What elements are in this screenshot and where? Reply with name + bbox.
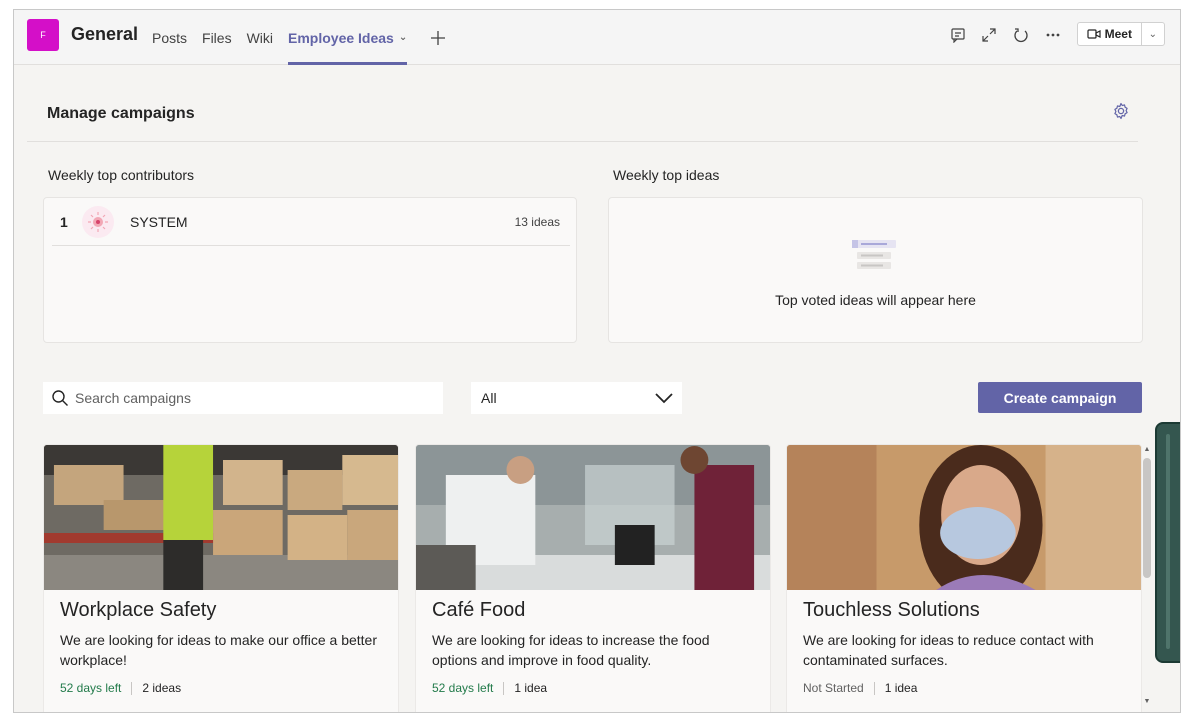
contributor-name: SYSTEM xyxy=(130,213,188,230)
refresh-icon[interactable] xyxy=(1011,25,1031,45)
campaign-title: Touchless Solutions xyxy=(803,599,980,621)
empty-state-text: Top voted ideas will appear here xyxy=(775,292,976,308)
plus-icon xyxy=(431,30,446,45)
campaign-image-warehouse xyxy=(44,445,398,590)
filter-selected-value: All xyxy=(481,390,497,406)
campaign-meta: Not Started 1 idea xyxy=(803,681,917,695)
campaign-status: 52 days left xyxy=(60,681,122,695)
campaign-image-masked-woman xyxy=(787,445,1141,590)
side-drawer-handle[interactable] xyxy=(1155,422,1180,663)
add-tab-button[interactable] xyxy=(430,10,446,65)
chevron-down-icon: ⌄ xyxy=(1148,28,1157,40)
chat-icon[interactable] xyxy=(948,25,968,45)
channel-name: General xyxy=(71,24,139,44)
video-camera-icon xyxy=(1086,29,1101,39)
page-title: Manage campaigns xyxy=(47,105,195,122)
search-icon xyxy=(52,390,68,406)
lightbulb-avatar-icon xyxy=(82,205,114,238)
meta-divider xyxy=(873,681,875,695)
tab-files[interactable]: Files xyxy=(202,10,232,65)
empty-list-icon xyxy=(849,236,899,277)
teams-window: F General Posts Files Wiki Employee Idea… xyxy=(13,9,1181,713)
campaign-card[interactable]: Workplace Safety We are looking for idea… xyxy=(43,444,399,712)
campaign-description: We are looking for ideas to make our off… xyxy=(60,632,377,668)
scroll-up-arrow-icon[interactable]: ▲ xyxy=(1142,446,1152,453)
campaign-meta: 52 days left 1 idea xyxy=(432,681,547,695)
search-box[interactable] xyxy=(43,382,443,414)
header-divider xyxy=(27,141,1138,142)
tab-wiki[interactable]: Wiki xyxy=(247,10,273,65)
channel-header: F General Posts Files Wiki Employee Idea… xyxy=(14,10,1180,65)
content-scrollbar[interactable]: ▲ ▼ xyxy=(1142,446,1152,708)
campaign-idea-count: 1 idea xyxy=(884,681,918,695)
app-content: Manage campaigns Weekly top contributors… xyxy=(14,66,1154,712)
team-avatar-initial: F xyxy=(40,30,46,40)
contributor-idea-count: 13 ideas xyxy=(514,214,560,229)
expand-icon[interactable] xyxy=(979,25,999,45)
create-campaign-button[interactable]: Create campaign xyxy=(978,382,1142,413)
campaign-title: Café Food xyxy=(432,599,526,621)
campaign-idea-count: 1 idea xyxy=(514,681,548,695)
channel-tabs: Posts Files Wiki Employee Ideas ⌄ xyxy=(152,10,446,65)
contributors-panel: 1 SYSTEM 13 ideas xyxy=(43,197,577,343)
tab-label: Employee Ideas xyxy=(288,29,394,46)
tab-label: Wiki xyxy=(246,29,274,46)
campaign-title: Workplace Safety xyxy=(60,599,217,621)
meet-button[interactable]: Meet xyxy=(1078,23,1141,45)
meet-options-dropdown[interactable]: ⌄ xyxy=(1140,23,1164,45)
contributors-label: Weekly top contributors xyxy=(48,167,195,183)
top-ideas-label: Weekly top ideas xyxy=(613,167,720,183)
search-input[interactable] xyxy=(75,390,415,406)
tab-label: Posts xyxy=(152,29,188,46)
campaign-card[interactable]: Touchless Solutions We are looking for i… xyxy=(786,444,1142,712)
meta-divider xyxy=(503,681,505,695)
meet-label: Meet xyxy=(1104,27,1132,41)
campaign-image-cafe xyxy=(416,445,770,590)
campaign-card[interactable]: Café Food We are looking for ideas to in… xyxy=(415,444,771,712)
settings-gear-icon[interactable] xyxy=(1112,102,1132,122)
campaign-status: Not Started xyxy=(803,681,864,695)
campaign-filter-dropdown[interactable]: All xyxy=(471,382,682,414)
campaign-status: 52 days left xyxy=(432,681,494,695)
team-avatar[interactable]: F xyxy=(27,19,59,51)
campaign-description: We are looking for ideas to increase the… xyxy=(432,632,710,668)
meta-divider xyxy=(131,681,133,695)
tab-posts[interactable]: Posts xyxy=(152,10,187,65)
tab-label: Files xyxy=(202,29,232,46)
contributor-rank: 1 xyxy=(60,213,68,230)
campaign-meta: 52 days left 2 ideas xyxy=(60,681,181,695)
scrollbar-thumb[interactable] xyxy=(1143,458,1151,578)
scroll-down-arrow-icon[interactable]: ▼ xyxy=(1142,698,1152,705)
campaign-idea-count: 2 ideas xyxy=(142,681,182,695)
chevron-down-icon[interactable]: ⌄ xyxy=(399,32,407,43)
drawer-grip xyxy=(1166,434,1170,649)
more-icon[interactable] xyxy=(1043,25,1063,45)
meet-button-group: Meet ⌄ xyxy=(1077,22,1165,46)
tab-employee-ideas[interactable]: Employee Ideas ⌄ xyxy=(288,10,408,65)
top-ideas-panel: Top voted ideas will appear here xyxy=(608,197,1143,343)
campaign-description: We are looking for ideas to reduce conta… xyxy=(803,632,1094,668)
chevron-down-icon xyxy=(655,393,673,404)
contributor-row[interactable]: 1 SYSTEM 13 ideas xyxy=(52,198,570,246)
